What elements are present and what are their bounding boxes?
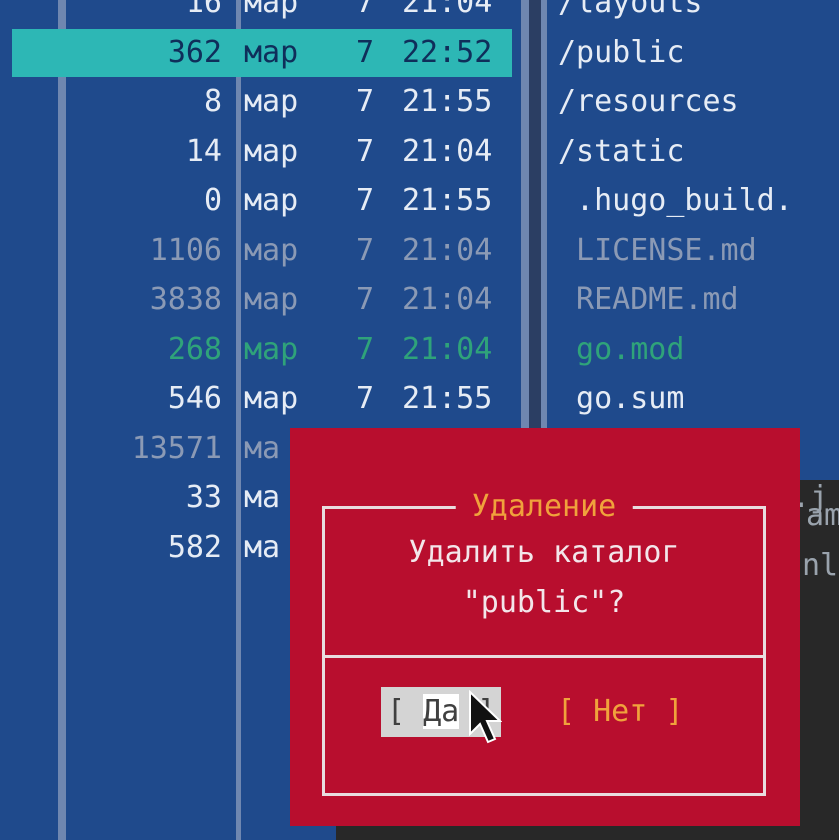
dialog-separator [325, 655, 763, 658]
file-day: 7 [356, 282, 375, 317]
file-month: мар [244, 381, 299, 416]
file-month: мар [244, 84, 299, 119]
file-name: /resources [558, 84, 739, 119]
file-row[interactable]: 16 мар 7 21:04/layouts [0, 0, 839, 28]
mouse-cursor-icon [469, 690, 502, 744]
file-name: /static [558, 133, 685, 169]
file-row[interactable]: 3838 мар 7 21:04 README.md [0, 275, 839, 325]
file-size: 582 [167, 529, 222, 565]
dialog-title: Удаление [455, 487, 633, 527]
file-month: мар [244, 0, 299, 20]
file-time: 22:52 [402, 34, 493, 70]
yes-bracket-open: [ [387, 694, 424, 729]
file-size: 33 [185, 480, 222, 515]
file-size: 0 [203, 183, 222, 218]
file-row[interactable]: 362 мар 7 22:52/public [0, 28, 839, 78]
file-month: мар [244, 282, 299, 317]
delete-dialog: Удаление Удалить каталог "public"? [ Да … [290, 428, 800, 826]
yes-button-label: Да [423, 694, 460, 729]
file-time: 21:04 [402, 0, 493, 20]
file-day: 7 [356, 183, 375, 218]
file-month: ма [244, 529, 281, 565]
file-day: 7 [356, 381, 375, 416]
file-row[interactable]: 1106 мар 7 21:04 LICENSE.md [0, 226, 839, 276]
file-day: 7 [356, 331, 375, 367]
file-size: 268 [167, 331, 222, 367]
file-name: /layouts [558, 0, 703, 20]
file-day: 7 [356, 84, 375, 119]
file-month: ма [244, 430, 281, 466]
file-name: LICENSE.md [558, 232, 757, 268]
file-size: 14 [185, 133, 222, 169]
file-day: 7 [356, 0, 375, 20]
file-day: 7 [356, 133, 375, 169]
file-time: 21:04 [402, 232, 493, 268]
file-time: 21:55 [402, 84, 493, 119]
file-name: go.sum [558, 381, 685, 416]
file-row[interactable]: 8 мар 7 21:55/resources [0, 77, 839, 127]
file-size: 8 [203, 84, 222, 119]
file-time: 21:55 [402, 381, 493, 416]
file-day: 7 [356, 34, 375, 70]
file-name: /public [558, 34, 685, 70]
truncated-text: nl [802, 548, 839, 583]
file-size: 546 [167, 381, 222, 416]
file-size: 3838 [149, 282, 222, 317]
file-month: мар [244, 133, 299, 169]
file-month: ма [244, 480, 281, 515]
file-time: 21:04 [402, 331, 493, 367]
file-day: 7 [356, 232, 375, 268]
dialog-message-line1: Удалить каталог [408, 535, 680, 570]
no-button[interactable]: [ Нет ] [557, 687, 683, 737]
file-time: 21:04 [402, 282, 493, 317]
file-month: мар [244, 331, 299, 367]
file-row[interactable]: 268 мар 7 21:04 go.mod [0, 325, 839, 375]
file-size: 16 [185, 0, 222, 20]
file-size: 362 [167, 34, 222, 70]
dialog-message-line2: "public"? [462, 585, 626, 620]
file-month: мар [244, 34, 299, 70]
file-name: .hugo_build. [558, 183, 793, 218]
truncated-text: am [806, 498, 839, 533]
file-time: 21:04 [402, 133, 493, 169]
file-month: мар [244, 232, 299, 268]
file-row[interactable]: 14 мар 7 21:04/static [0, 127, 839, 177]
dialog-frame: Удаление Удалить каталог "public"? [ Да … [322, 487, 766, 796]
file-size: 13571 [131, 430, 222, 466]
file-time: 21:55 [402, 183, 493, 218]
file-size: 1106 [149, 232, 222, 268]
file-row[interactable]: 0 мар 7 21:55 .hugo_build. [0, 176, 839, 226]
file-name: go.mod [558, 331, 685, 367]
file-name: README.md [558, 282, 739, 317]
file-row[interactable]: 546 мар 7 21:55 go.sum [0, 374, 839, 424]
file-month: мар [244, 183, 299, 218]
